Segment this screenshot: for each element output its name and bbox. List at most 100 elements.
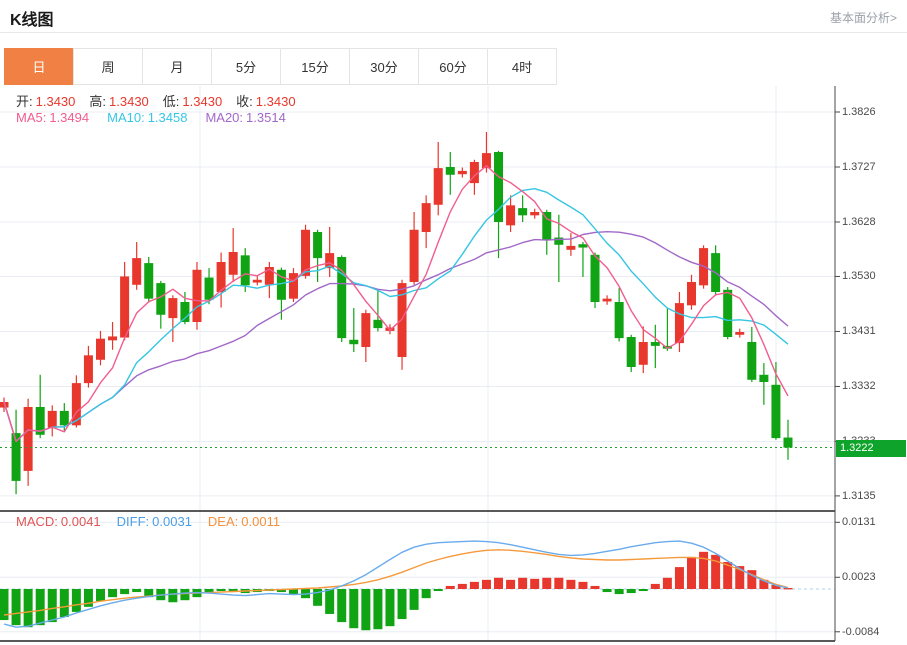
macd-bar: [434, 589, 443, 591]
macd-bar: [446, 586, 455, 589]
candle-body: [434, 168, 443, 205]
macd-bar: [566, 580, 575, 589]
macd-bar: [168, 589, 177, 602]
candle-body: [603, 299, 612, 302]
macd-bar: [542, 578, 551, 589]
macd-bar: [663, 578, 672, 589]
macd-bar: [422, 589, 431, 598]
ma-ma10: MA10:1.3458: [107, 110, 187, 125]
macd-bar: [60, 589, 69, 617]
candle-body: [132, 258, 141, 285]
ohlc-low: 低:1.3430: [163, 91, 222, 110]
candle-body: [410, 230, 419, 282]
macd-bar: [554, 578, 563, 589]
candle-body: [747, 342, 756, 380]
candle-body: [771, 385, 780, 438]
price-axis-label: 1.3135: [842, 489, 876, 503]
macd-axis-label: 0.0131: [842, 515, 876, 529]
current-price-badge: 1.3222: [836, 440, 906, 457]
macd-bar: [180, 589, 189, 600]
ohlc-open: 开:1.3430: [16, 91, 75, 110]
ma-ma20: MA20:1.3514: [205, 110, 285, 125]
macd-bar: [494, 578, 503, 589]
ohlc-close: 收:1.3430: [236, 91, 295, 110]
macd-bar: [96, 589, 105, 601]
macd-bar: [361, 589, 370, 630]
candle-body: [759, 375, 768, 382]
candle-body: [784, 438, 793, 448]
macd-bar: [72, 589, 81, 612]
macd-bar: [615, 589, 624, 594]
candle-body: [313, 232, 322, 258]
candle-body: [627, 337, 636, 367]
candle-body: [144, 263, 153, 299]
candle-body: [458, 171, 467, 174]
macd-bar: [530, 579, 539, 589]
macd-macd: MACD:0.0041: [16, 514, 101, 529]
macd-bar: [784, 588, 793, 589]
candle-body: [566, 246, 575, 250]
candle-body: [615, 302, 624, 338]
ohlc-high: 高:1.3430: [89, 91, 148, 110]
macd-bar: [325, 589, 334, 614]
candle-body: [24, 407, 33, 471]
candle-body: [530, 212, 539, 215]
candle-body: [108, 336, 117, 340]
candle-body: [687, 282, 696, 305]
ohlc-info-row: 开:1.3430 高:1.3430 低:1.3430 收:1.3430: [16, 91, 296, 110]
macd-bar: [639, 589, 648, 591]
macd-bar: [410, 589, 419, 610]
ma-ma5: MA5:1.3494: [16, 110, 89, 125]
macd-bar: [651, 584, 660, 589]
candle-body: [651, 342, 660, 346]
candle-body: [192, 270, 201, 322]
macd-bar: [518, 578, 527, 589]
candle-body: [542, 212, 551, 240]
macd-histogram-layer: [0, 552, 793, 630]
candle-body: [96, 339, 105, 360]
macd-bar: [675, 567, 684, 589]
candle-body: [120, 276, 129, 337]
macd-bar: [385, 589, 394, 626]
candle-body: [506, 205, 515, 225]
macd-bar: [603, 589, 612, 592]
price-axis-label: 1.3727: [842, 160, 876, 174]
candle-body: [253, 280, 262, 283]
candle-body: [578, 244, 587, 247]
candle-body: [639, 342, 648, 365]
macd-bar: [349, 589, 358, 628]
macd-bar: [627, 589, 636, 593]
macd-bar: [482, 580, 491, 589]
candle-body: [349, 340, 358, 344]
macd-bar: [687, 557, 696, 589]
candle-body: [591, 255, 600, 302]
candle-body: [168, 298, 177, 318]
candle-body: [373, 320, 382, 328]
macd-bar: [12, 589, 21, 625]
candle-body: [518, 208, 527, 215]
macd-bar: [120, 589, 129, 594]
macd-bar: [24, 589, 33, 627]
price-axis-label: 1.3431: [842, 324, 876, 338]
macd-axis-label: -0.0084: [842, 625, 879, 639]
candle-body: [361, 313, 370, 347]
macd-bar: [470, 582, 479, 589]
macd-axis-label: 0.0023: [842, 570, 876, 584]
kline-page: K线图 基本面分析> 日周月5分15分30分60分4时 开:1.3430高:1.…: [0, 0, 907, 645]
macd-bar: [217, 589, 226, 591]
candle-body: [205, 278, 214, 300]
price-axis-label: 1.3628: [842, 215, 876, 229]
candle-body: [446, 167, 455, 175]
macd-bar: [398, 589, 407, 619]
macd-bar: [458, 584, 467, 589]
macd-bar: [578, 582, 587, 589]
macd-bar: [506, 580, 515, 589]
macd-bar: [591, 586, 600, 589]
macd-bar: [108, 589, 117, 597]
candlestick-layer: [0, 132, 793, 494]
candle-body: [289, 273, 298, 299]
price-axis-label: 1.3826: [842, 105, 876, 119]
macd-info-row: MACD:0.0041DIFF:0.0031DEA:0.0011: [16, 514, 280, 529]
macd-dea: DEA:0.0011: [208, 514, 280, 529]
candle-body: [422, 203, 431, 232]
